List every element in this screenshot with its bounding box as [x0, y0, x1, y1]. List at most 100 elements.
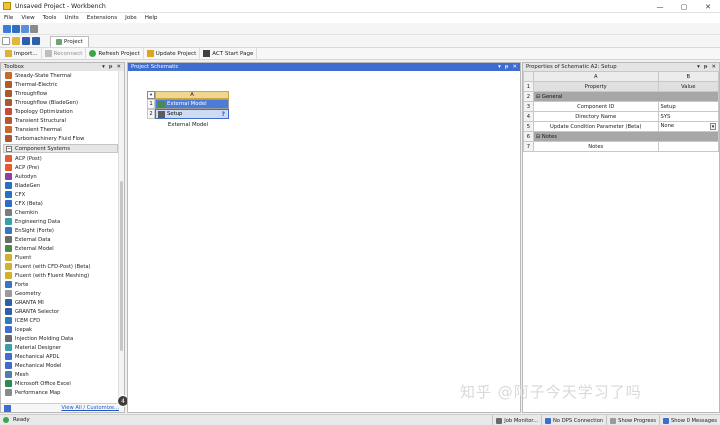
dropdown-arrow-icon[interactable]: ▾	[710, 123, 716, 130]
toolbox-item[interactable]: Engineering Data	[1, 217, 120, 226]
properties-close-icon[interactable]: ✕	[711, 64, 716, 70]
toolbox-item[interactable]: Chemkin	[1, 208, 120, 217]
toolbox-item[interactable]: Thermal-Electric	[1, 80, 120, 89]
menu-tools[interactable]: Tools	[39, 13, 61, 23]
toolbox-item[interactable]: CFX	[1, 190, 120, 199]
toolbox-item[interactable]: Mechanical Model	[1, 361, 120, 370]
schematic-dropdown-icon[interactable]: ▾	[498, 64, 501, 70]
scrollbar-thumb[interactable]	[120, 181, 123, 351]
cell-setup[interactable]: Setup ?	[155, 109, 229, 119]
save-as-icon[interactable]	[32, 37, 40, 45]
group-component-systems[interactable]: − Component Systems	[3, 144, 118, 153]
toolbox-list: Steady-State Thermal Thermal-Electric Thro…	[1, 71, 120, 404]
refresh-project-button[interactable]: Refresh Project	[86, 47, 144, 60]
property-row[interactable]: 7 Notes	[523, 141, 720, 152]
toolbox-item[interactable]: Forte	[1, 280, 120, 289]
toolbox-item[interactable]: External Model	[1, 244, 120, 253]
toolbox-item[interactable]: Steady-State Thermal	[1, 71, 120, 80]
toolbox-dropdown-icon[interactable]: ▾	[102, 64, 105, 70]
reconnect-button[interactable]: Reconnect	[42, 47, 87, 60]
close-button[interactable]: ✕	[696, 0, 720, 13]
tab-project[interactable]: Project	[50, 35, 89, 47]
show-progress-button[interactable]: Show Progress	[606, 415, 659, 425]
toolbox-item[interactable]: Mechanical APDL	[1, 352, 120, 361]
messages-label: Show 0 Messages	[670, 417, 717, 424]
menu-jobs[interactable]: Jobs	[121, 13, 141, 23]
toolbox-item[interactable]: External Data	[1, 235, 120, 244]
view-all-customize-link[interactable]: View All / Customize...	[61, 405, 119, 411]
property-value[interactable]	[657, 141, 720, 152]
toolbox-item[interactable]: Topology Optimization	[1, 107, 120, 116]
toolbox-item[interactable]: EnSight (Forte)	[1, 226, 120, 235]
act-start-page-button[interactable]: ACT Start Page	[200, 47, 258, 60]
toolbox-item[interactable]: Microsoft Office Excel	[1, 379, 120, 388]
property-group-row[interactable]: 6 ⊟ Notes	[523, 131, 720, 142]
toolbox-item[interactable]: Throughflow	[1, 89, 120, 98]
toolbox-item[interactable]: Mesh	[1, 370, 120, 379]
system-icon	[5, 126, 12, 133]
group-cell[interactable]: ⊟ General	[532, 91, 720, 102]
schematic-pin-icon[interactable]: ᵽ	[505, 64, 509, 70]
toolbox-item[interactable]: Geometry	[1, 289, 120, 298]
system-menu-dropdown-icon[interactable]: ▾	[147, 91, 155, 99]
toolbox-item[interactable]: Throughflow (BladeGen)	[1, 98, 120, 107]
toolbox-pin-icon[interactable]: ᵽ	[109, 64, 113, 70]
property-row[interactable]: 5 Update Condition Parameter (Beta) None ▾	[523, 121, 720, 132]
maximize-button[interactable]: ▢	[672, 0, 696, 13]
load-icon[interactable]	[12, 24, 20, 33]
toolbox-item[interactable]: Transient Thermal	[1, 125, 120, 134]
property-row[interactable]: 4 Directory Name SYS	[523, 111, 720, 122]
schematic-close-icon[interactable]: ✕	[512, 64, 517, 70]
toolbox-item[interactable]: ICEM CFD	[1, 316, 120, 325]
export-icon[interactable]	[21, 24, 29, 33]
property-value[interactable]: Setup	[657, 101, 720, 112]
property-value[interactable]: SYS	[657, 111, 720, 122]
import-geometry-icon[interactable]	[3, 24, 11, 33]
menu-help[interactable]: Help	[141, 13, 162, 23]
toolbox-item[interactable]: Fluent	[1, 253, 120, 262]
settings-icon[interactable]	[30, 24, 38, 33]
filter-icon[interactable]	[4, 404, 11, 412]
minimize-button[interactable]: —	[648, 0, 672, 13]
menu-extensions[interactable]: Extensions	[83, 13, 121, 23]
import-button[interactable]: Import...	[2, 47, 42, 60]
properties-pin-icon[interactable]: ᵽ	[704, 64, 708, 70]
properties-dropdown-icon[interactable]: ▾	[697, 64, 700, 70]
toolbox-item[interactable]: Turbomachinery Fluid Flow	[1, 134, 120, 143]
toolbox-item[interactable]: Transient Structural	[1, 116, 120, 125]
toolbox-item[interactable]: BladeGen	[1, 181, 120, 190]
toolbox-item[interactable]: GRANTA Selector	[1, 307, 120, 316]
new-project-icon[interactable]	[2, 37, 10, 45]
toolbox-item[interactable]: ACP (Post)	[1, 154, 120, 163]
system-block-external-model[interactable]: ▾ A 1 External Model 2 Setup ? External …	[147, 91, 229, 128]
system-caption[interactable]: External Model	[147, 122, 229, 128]
menu-units[interactable]: Units	[60, 13, 82, 23]
menu-file[interactable]: File	[0, 13, 17, 23]
save-project-icon[interactable]	[22, 37, 30, 45]
toolbox-item[interactable]: Autodyn	[1, 172, 120, 181]
toolbox-close-icon[interactable]: ✕	[116, 64, 121, 70]
collapse-icon[interactable]: −	[6, 145, 12, 152]
update-project-button[interactable]: Update Project	[144, 47, 201, 60]
toolbox-item[interactable]: Material Designer	[1, 343, 120, 352]
toolbox-item[interactable]: Icepak	[1, 325, 120, 334]
cell-external-model[interactable]: External Model	[155, 99, 229, 109]
job-monitor-button[interactable]: Job Monitor...	[492, 415, 541, 425]
property-value[interactable]: None ▾	[657, 121, 720, 132]
group-cell[interactable]: ⊟ Notes	[532, 131, 720, 142]
toolbox-scrollbar[interactable]	[118, 71, 124, 404]
property-group-row[interactable]: 2 ⊟ General	[523, 91, 720, 102]
show-messages-button[interactable]: Show 0 Messages	[658, 415, 720, 425]
toolbox-item[interactable]: Fluent (with Fluent Meshing)	[1, 271, 120, 280]
toolbox-item[interactable]: ACP (Pre)	[1, 163, 120, 172]
toolbox-item[interactable]: Performance Map	[1, 388, 120, 397]
toolbox-item[interactable]: GRANTA MI	[1, 298, 120, 307]
toolbox-item[interactable]: CFX (Beta)	[1, 199, 120, 208]
toolbox-item[interactable]: Injection Molding Data	[1, 334, 120, 343]
dps-connection-button[interactable]: No DPS Connection	[541, 415, 606, 425]
menu-view[interactable]: View	[17, 13, 38, 23]
title-bar: Unsaved Project - Workbench — ▢ ✕	[0, 0, 720, 13]
toolbox-item[interactable]: Fluent (with CFD-Post) (Beta)	[1, 262, 120, 271]
open-project-icon[interactable]	[12, 37, 20, 45]
property-row[interactable]: 3 Component ID Setup	[523, 101, 720, 112]
